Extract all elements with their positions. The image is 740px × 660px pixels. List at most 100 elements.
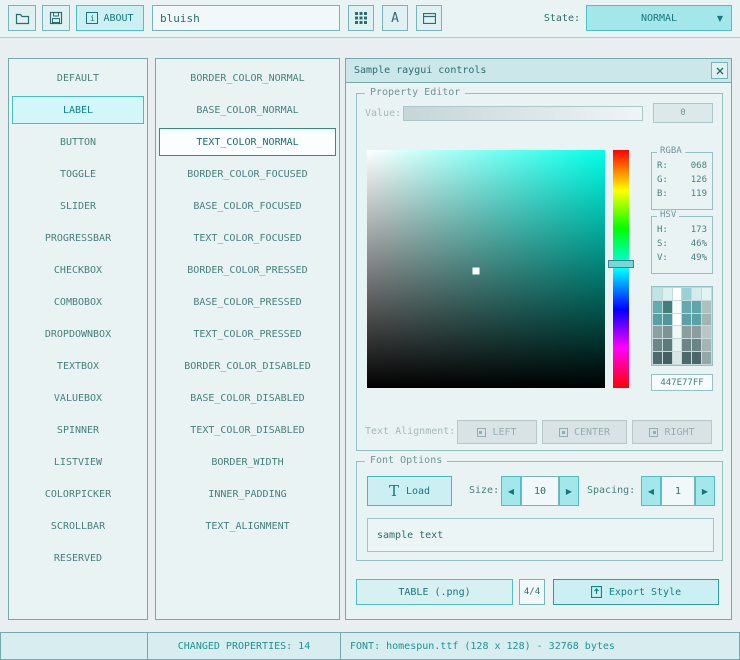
size-decrement-button[interactable]: ◀ — [501, 476, 521, 506]
control-list-item[interactable]: SPINNER — [12, 416, 144, 444]
hex-value-box[interactable]: 447E77FF — [651, 374, 713, 391]
palette-swatch[interactable] — [663, 288, 672, 300]
property-list-item[interactable]: BASE_COLOR_PRESSED — [159, 288, 336, 316]
size-value-box[interactable]: 10 — [521, 476, 559, 506]
palette-swatch[interactable] — [682, 301, 691, 313]
spacing-value-box[interactable]: 1 — [661, 476, 695, 506]
property-list-item[interactable]: BORDER_COLOR_PRESSED — [159, 256, 336, 284]
palette-swatch[interactable] — [663, 301, 672, 313]
palette-swatch[interactable] — [692, 288, 701, 300]
window-preview-button[interactable] — [416, 5, 442, 31]
palette-swatch[interactable] — [673, 301, 682, 313]
palette-swatch[interactable] — [653, 352, 662, 364]
control-list-item[interactable]: RESERVED — [12, 544, 144, 572]
color-picker-panel[interactable] — [367, 150, 605, 388]
hue-slider-handle[interactable] — [608, 260, 634, 268]
palette-swatch[interactable] — [702, 288, 711, 300]
palette-swatch[interactable] — [663, 352, 672, 364]
table-ratio-box[interactable]: 4/4 — [519, 579, 545, 605]
palette-swatch[interactable] — [673, 314, 682, 326]
palette-swatch[interactable] — [663, 326, 672, 338]
window-titlebar[interactable]: Sample raygui controls — [346, 59, 731, 83]
palette-swatch[interactable] — [692, 301, 701, 313]
palette-swatch[interactable] — [663, 314, 672, 326]
control-list-item[interactable]: PROGRESSBAR — [12, 224, 144, 252]
align-right-button[interactable]: RIGHT — [632, 420, 712, 444]
palette-swatch[interactable] — [653, 339, 662, 351]
control-list-item[interactable]: VALUEBOX — [12, 384, 144, 412]
property-list-item[interactable]: INNER_PADDING — [159, 480, 336, 508]
control-list-item[interactable]: SLIDER — [12, 192, 144, 220]
palette-swatch[interactable] — [682, 326, 691, 338]
property-list-item[interactable]: BASE_COLOR_DISABLED — [159, 384, 336, 412]
palette-swatch[interactable] — [682, 288, 691, 300]
value-box[interactable]: 0 — [653, 103, 713, 123]
palette-swatch[interactable] — [702, 301, 711, 313]
export-format-dropdown[interactable]: TABLE (.png) — [356, 579, 513, 605]
control-list-item[interactable]: CHECKBOX — [12, 256, 144, 284]
sample-text-box[interactable]: sample text — [367, 518, 714, 552]
control-list-item[interactable]: DROPDOWNBOX — [12, 320, 144, 348]
palette-swatch[interactable] — [692, 314, 701, 326]
spacing-decrement-button[interactable]: ◀ — [641, 476, 661, 506]
palette-swatch[interactable] — [673, 339, 682, 351]
property-list-item[interactable]: TEXT_COLOR_PRESSED — [159, 320, 336, 348]
control-list-item[interactable]: LABEL — [12, 96, 144, 124]
open-style-button[interactable] — [8, 5, 36, 31]
palette-swatch[interactable] — [702, 339, 711, 351]
about-button[interactable]: i ABOUT — [76, 5, 144, 31]
value-slider[interactable] — [403, 106, 643, 121]
control-list-item[interactable]: LISTVIEW — [12, 448, 144, 476]
palette-swatch[interactable] — [653, 326, 662, 338]
align-left-button[interactable]: LEFT — [457, 420, 537, 444]
property-list-item[interactable]: TEXT_COLOR_DISABLED — [159, 416, 336, 444]
palette-swatch[interactable] — [663, 339, 672, 351]
palette-swatch[interactable] — [692, 326, 701, 338]
property-list-item[interactable]: TEXT_COLOR_FOCUSED — [159, 224, 336, 252]
status-cell-empty — [0, 632, 148, 660]
export-style-button[interactable]: Export Style — [553, 579, 719, 605]
palette-swatch[interactable] — [653, 301, 662, 313]
palette-swatch[interactable] — [653, 314, 662, 326]
palette-swatch[interactable] — [692, 339, 701, 351]
property-list-item[interactable]: BORDER_COLOR_DISABLED — [159, 352, 336, 380]
palette-swatch[interactable] — [682, 339, 691, 351]
spacing-increment-button[interactable]: ▶ — [695, 476, 715, 506]
palette-swatch[interactable] — [673, 288, 682, 300]
property-list-item[interactable]: TEXT_COLOR_NORMAL — [159, 128, 336, 156]
control-list-item[interactable]: BUTTON — [12, 128, 144, 156]
style-table-button[interactable] — [348, 5, 374, 31]
property-list-item[interactable]: BORDER_WIDTH — [159, 448, 336, 476]
palette-swatch[interactable] — [702, 314, 711, 326]
palette-swatch[interactable] — [682, 352, 691, 364]
control-list-item[interactable]: COMBOBOX — [12, 288, 144, 316]
palette-swatch[interactable] — [702, 326, 711, 338]
property-list-item[interactable]: TEXT_ALIGNMENT — [159, 512, 336, 540]
control-list-item[interactable]: SCROLLBAR — [12, 512, 144, 540]
align-center-button[interactable]: CENTER — [542, 420, 627, 444]
control-list-item[interactable]: COLORPICKER — [12, 480, 144, 508]
rgba-legend: RGBA — [657, 146, 685, 156]
property-list-item[interactable]: BASE_COLOR_NORMAL — [159, 96, 336, 124]
state-dropdown[interactable]: NORMAL ▼ — [586, 5, 732, 31]
font-atlas-button[interactable]: A — [382, 5, 408, 31]
size-increment-button[interactable]: ▶ — [559, 476, 579, 506]
palette-swatch[interactable] — [673, 326, 682, 338]
property-list-item[interactable]: BASE_COLOR_FOCUSED — [159, 192, 336, 220]
control-list-item[interactable]: DEFAULT — [12, 64, 144, 92]
color-picker-cursor[interactable] — [473, 268, 480, 275]
save-style-button[interactable] — [42, 5, 70, 31]
control-list-item[interactable]: TOGGLE — [12, 160, 144, 188]
style-name-input[interactable] — [152, 5, 340, 31]
property-list-item[interactable]: BORDER_COLOR_FOCUSED — [159, 160, 336, 188]
property-list-item[interactable]: BORDER_COLOR_NORMAL — [159, 64, 336, 92]
control-list-item[interactable]: TEXTBOX — [12, 352, 144, 380]
hue-slider[interactable] — [613, 150, 629, 388]
palette-swatch[interactable] — [702, 352, 711, 364]
palette-swatch[interactable] — [653, 288, 662, 300]
font-load-button[interactable]: T Load — [367, 476, 452, 506]
palette-swatch[interactable] — [673, 352, 682, 364]
window-close-button[interactable] — [711, 62, 728, 79]
palette-swatch[interactable] — [682, 314, 691, 326]
palette-swatch[interactable] — [692, 352, 701, 364]
